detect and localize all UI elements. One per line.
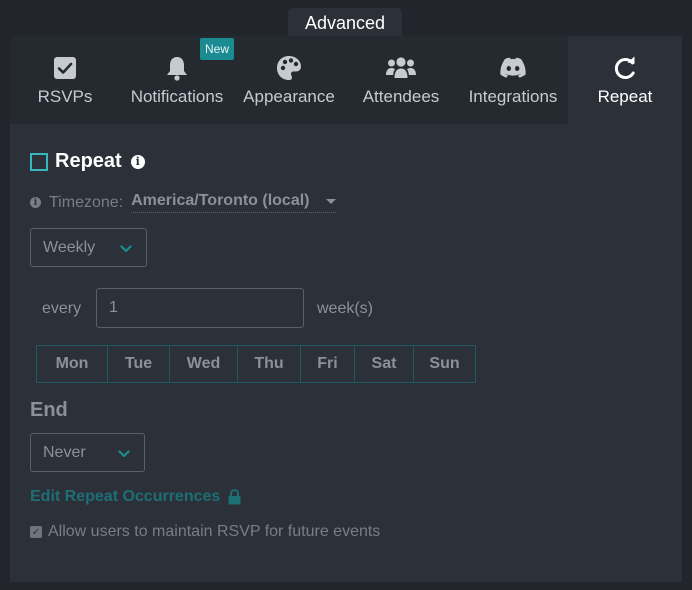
palette-icon <box>276 54 302 82</box>
timezone-info-icon: i <box>30 197 41 208</box>
day-sat[interactable]: Sat <box>354 346 413 382</box>
day-wed[interactable]: Wed <box>169 346 237 382</box>
repeat-toggle-row: Repeat i <box>30 150 145 173</box>
frequency-value: Weekly <box>43 238 96 256</box>
tab-label: Integrations <box>468 87 558 106</box>
allow-rsvp-row: ✓ Allow users to maintain RSVP for futur… <box>30 523 380 541</box>
tab-repeat[interactable]: Repeat <box>568 36 682 124</box>
day-sun[interactable]: Sun <box>413 346 475 382</box>
day-mon[interactable]: Mon <box>37 346 107 382</box>
end-select[interactable]: Never <box>30 433 145 472</box>
info-glyph: i <box>135 155 140 168</box>
edit-occurrences-label: Edit Repeat Occurrences <box>30 488 221 505</box>
repeat-checkbox[interactable] <box>30 152 48 171</box>
tab-bar: RSVPs Notifications Appearance Attendees… <box>10 36 682 124</box>
timezone-value: America/Toronto (local) <box>131 192 310 209</box>
checkbox-icon <box>54 54 76 82</box>
redo-icon <box>612 54 638 82</box>
repeat-title: Repeat <box>55 150 122 172</box>
timezone-select[interactable]: America/Toronto (local) <box>131 192 336 213</box>
weekday-selector: Mon Tue Wed Thu Fri Sat Sun <box>36 345 476 383</box>
timezone-label: Timezone: <box>49 193 124 211</box>
tab-label: Repeat <box>597 87 653 106</box>
tab-rsvps[interactable]: RSVPs <box>10 36 120 124</box>
edit-occurrences-link[interactable]: Edit Repeat Occurrences <box>30 488 241 506</box>
interval-input[interactable] <box>96 288 304 328</box>
chevron-down-icon <box>118 447 130 465</box>
bell-icon <box>166 54 188 82</box>
tab-label: RSVPs <box>37 87 93 106</box>
every-label: every <box>42 300 82 317</box>
tab-attendees[interactable]: Attendees <box>344 36 458 124</box>
lock-icon <box>228 489 241 505</box>
tab-integrations[interactable]: Integrations <box>458 36 568 124</box>
end-label: End <box>30 399 68 421</box>
allow-rsvp-label: Allow users to maintain RSVP for future … <box>48 523 381 540</box>
frequency-select[interactable]: Weekly <box>30 228 147 267</box>
day-tue[interactable]: Tue <box>107 346 169 382</box>
tab-label: Notifications <box>130 87 224 106</box>
tab-label: Attendees <box>362 87 440 106</box>
day-fri[interactable]: Fri <box>300 346 354 382</box>
info-glyph: i <box>33 197 38 208</box>
caret-down-icon <box>325 198 336 204</box>
chevron-down-icon <box>120 242 132 260</box>
end-value: Never <box>43 443 86 461</box>
allow-rsvp-checkbox[interactable]: ✓ <box>30 526 42 538</box>
settings-panel: RSVPs Notifications Appearance Attendees… <box>10 36 682 582</box>
day-thu[interactable]: Thu <box>237 346 300 382</box>
advanced-section-tab[interactable]: Advanced <box>288 8 402 38</box>
users-icon <box>386 54 416 82</box>
discord-icon <box>499 54 527 82</box>
tab-appearance[interactable]: Appearance <box>234 36 344 124</box>
timezone-row: i Timezone: America/Toronto (local) <box>30 192 336 213</box>
new-badge: New <box>200 38 234 60</box>
info-icon[interactable]: i <box>130 154 145 169</box>
tab-label: Appearance <box>243 87 335 106</box>
interval-unit-label: week(s) <box>317 300 374 317</box>
